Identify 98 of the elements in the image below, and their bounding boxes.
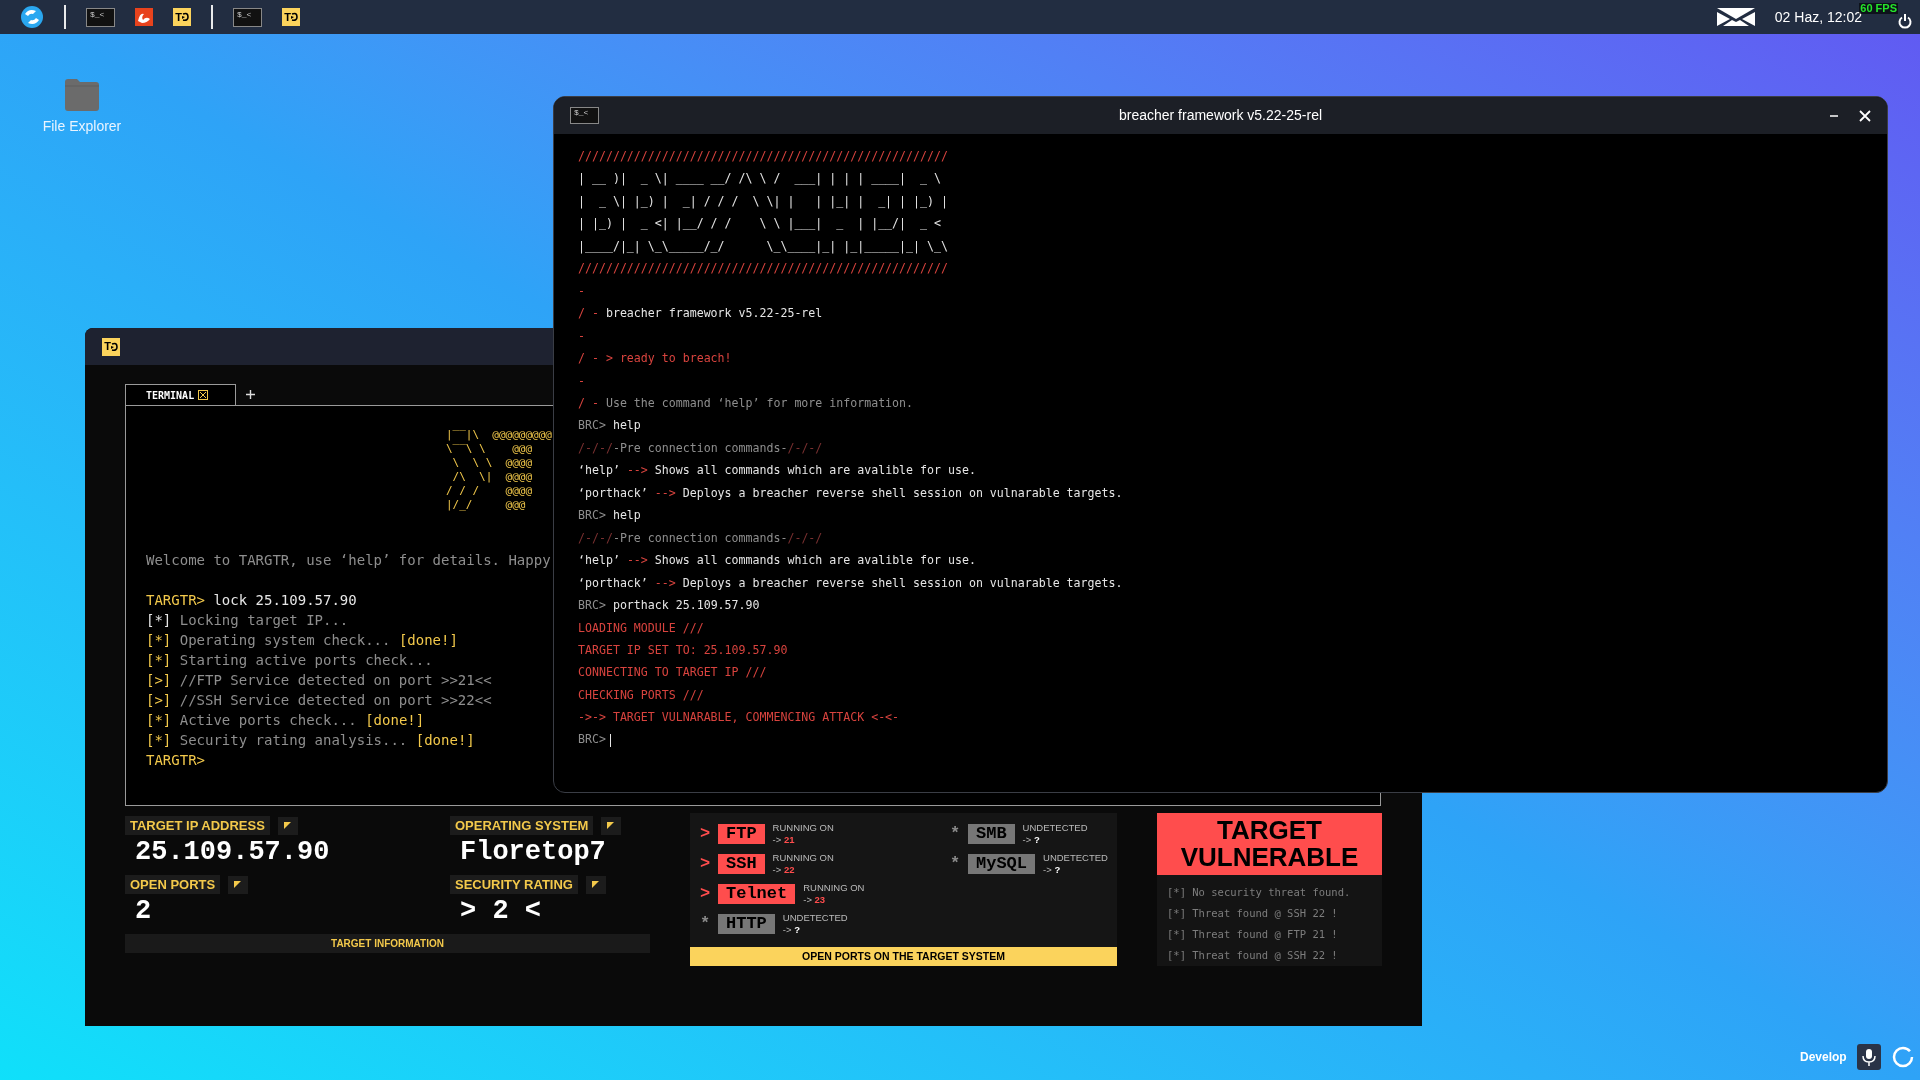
port-badge: HTTP [718, 913, 775, 934]
app-button[interactable]: T [173, 8, 191, 26]
terminal-line: / - breacher framework v5.22-25-rel [578, 305, 823, 323]
terminal-app-button[interactable]: $_< [570, 107, 599, 124]
terminal-line: - [578, 372, 585, 390]
app-icon-button[interactable]: T [102, 337, 120, 356]
power-icon[interactable] [1898, 13, 1912, 29]
microphone-icon[interactable] [1856, 1044, 1881, 1070]
port-status: UNDETECTED [782, 911, 848, 924]
field-value: 2 [135, 895, 153, 928]
port-number: -> 22 [772, 863, 796, 876]
port-number: -> 23 [803, 893, 827, 906]
arrow-icon [110, 341, 118, 352]
terminal-line: [*] Starting active ports check... [146, 651, 433, 670]
field-value: 25.109.57.90 [135, 836, 331, 869]
flame-app-icon[interactable] [135, 8, 153, 26]
terminal-line: - [578, 282, 585, 300]
port-status: RUNNING ON [772, 851, 834, 864]
arrow-icon [290, 12, 298, 22]
vulnerable-banner: TARGET VULNERABLE [1157, 813, 1382, 875]
watermark-text: Develop [1800, 1049, 1847, 1066]
terminal-line: ///////////////////////////////////////////////////// [578, 260, 948, 278]
port-marker: > [700, 882, 712, 905]
mail-icon[interactable] [1716, 8, 1755, 26]
arrow-icon [181, 12, 189, 22]
port-number: -> ? [1022, 833, 1041, 846]
terminal-line: [>] //SSH Service detected on port >>22<< [146, 691, 492, 710]
terminal-line: | _ \| |_) | _| / / / \ \| | | |_| | _| | |_) | [578, 192, 948, 211]
terminal-line: CHECKING PORTS /// [578, 686, 704, 704]
terminal-line: ‘help’ --> Shows all commands which are avalible for use. [578, 552, 976, 570]
port-number: -> ? [782, 923, 801, 936]
terminal-line: ‘porthack’ --> Deploys a breacher reverse shell session on vulnarable targets. [578, 484, 1123, 502]
prompt-text: BRC> [578, 731, 606, 749]
close-icon[interactable] [1859, 109, 1871, 122]
port-badge: SMB [968, 823, 1015, 844]
terminal-line: ///////////////////////////////////////////////////// [578, 148, 948, 165]
terminal-line: LOADING MODULE /// [578, 619, 704, 637]
terminal-line: [*] Active ports check... [done!] [146, 711, 425, 730]
port-status: UNDETECTED [1022, 821, 1088, 834]
terminal-line: | |_) | _ <| |__/ / / \ \ |___| _ | |__/| _ < [578, 215, 941, 233]
terminal-line: /-/-/-Pre connection commands-/-/-/ [578, 439, 823, 457]
start-menu-icon[interactable] [20, 5, 44, 29]
field-label: OPERATING SYSTEM [450, 816, 594, 835]
port-badge: SSH [718, 853, 765, 874]
terminal-line: BRC> help [578, 507, 641, 525]
terminal-tab[interactable]: TERMINAL [125, 384, 236, 405]
terminal-line: /-/-/-Pre connection commands-/-/-/ [578, 529, 823, 547]
port-marker: > [700, 852, 712, 875]
log-line: [*] Threat found @ SSH 22 ! [1167, 906, 1339, 921]
terminal-line: / - Use the command ‘help’ for more information. [578, 395, 914, 412]
port-status: UNDETECTED [1043, 851, 1108, 864]
port-number: -> 21 [772, 833, 796, 846]
section-footer: TARGET INFORMATION [125, 934, 650, 953]
field-label: TARGET IP ADDRESS [125, 816, 270, 835]
field-label: SECURITY RATING [450, 875, 578, 894]
welcome-text: Welcome to TARGTR, use ‘help’ for details. Happy [146, 551, 551, 570]
terminal-app-button[interactable]: $_< [233, 7, 262, 27]
port-marker: * [700, 912, 712, 935]
port-number: -> ? [1043, 863, 1062, 876]
terminal-line: ->-> TARGET VULNARABLE, COMMENCING ATTACK <-<- [578, 709, 900, 727]
port-marker: > [700, 822, 712, 845]
terminal-line: BRC> porthack 25.109.57.90 [578, 597, 760, 615]
port-marker: * [950, 822, 962, 845]
terminal-line: | __ )| _ \| ____ __/ /\ \ / ___| | | | ____| _ \ [578, 170, 941, 188]
terminal-line: BRC> help [578, 417, 641, 435]
field-label: OPEN PORTS [125, 875, 221, 894]
terminal-line: TARGTR> [146, 751, 205, 770]
terminal-line: TARGTR> lock 25.109.57.90 [146, 591, 357, 610]
terminal-line: [*] Security rating analysis... [done!] [146, 731, 475, 750]
add-tab-icon[interactable] [246, 390, 255, 399]
terminal-line: - [578, 327, 585, 345]
port-badge: FTP [718, 823, 765, 844]
terminal-line: [*] Locking target IP... [146, 611, 349, 630]
port-status: RUNNING ON [772, 821, 834, 834]
ring-icon[interactable] [1890, 1045, 1915, 1069]
port-marker: * [950, 852, 962, 875]
log-line: [*] Threat found @ SSH 22 ! [1167, 948, 1339, 963]
terminal-line: ‘porthack’ --> Deploys a breacher reverse shell session on vulnarable targets. [578, 574, 1123, 592]
field-value: Floretop7 [460, 836, 607, 869]
app-button[interactable]: T [282, 8, 300, 26]
log-line: [*] Threat found @ FTP 21 ! [1167, 927, 1339, 942]
terminal-line: ‘help’ --> Shows all commands which are avalible for use. [578, 462, 976, 480]
close-tab-icon[interactable] [198, 390, 209, 400]
terminal-line: / - > ready to breach! [578, 350, 732, 368]
field-value: > 2 < [460, 895, 542, 928]
terminal-line: |____/|_| \_\_____/_/ \_\____|_| |_|_____|_| \_\ [578, 237, 948, 256]
terminal-app-button[interactable]: $_< [86, 7, 115, 27]
window-title: breacher framework v5.22-25-rel [1118, 106, 1323, 125]
terminal-line: TARGET IP SET TO: 25.109.57.90 [578, 641, 788, 659]
port-badge: MySQL [968, 853, 1035, 874]
terminal-line: [>] //FTP Service detected on port >>21<< [146, 671, 492, 690]
ascii-art: |‾‾|\ @@@@@@@@@ \‾‾\ \ @@@ \ \ \ @@@@ /\ \| @@@@ / / / @@@@ |/_/ @@@ [446, 428, 552, 512]
terminal-line: CONNECTING TO TARGET IP /// [578, 664, 767, 682]
terminal-line: [*] Operating system check... [done!] [146, 631, 458, 650]
port-status: RUNNING ON [803, 881, 865, 894]
port-badge: Telnet [718, 883, 796, 904]
log-line: [*] No security threat found. [1167, 885, 1352, 900]
section-footer: OPEN PORTS ON THE TARGET SYSTEM [690, 947, 1117, 966]
